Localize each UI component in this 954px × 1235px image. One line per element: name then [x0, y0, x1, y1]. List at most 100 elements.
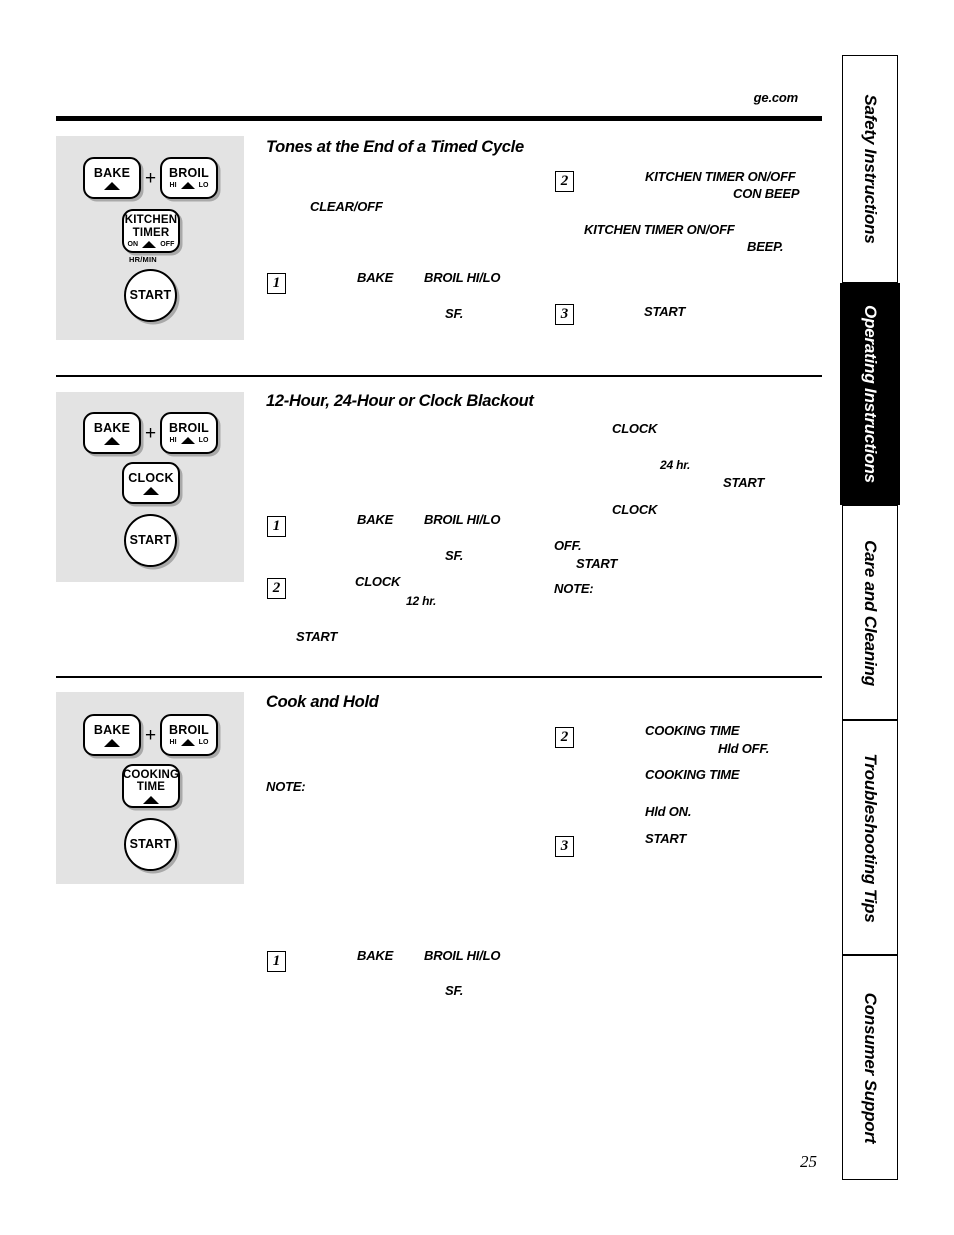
- page-number: 25: [800, 1152, 817, 1171]
- step-number-3: 3: [555, 836, 574, 857]
- cooking-time-label-line2: TIME: [136, 781, 166, 793]
- sidebar-tab-label: Troubleshooting Tips: [861, 752, 880, 923]
- up-triangle-icon: [180, 739, 195, 746]
- section-divider-top: [56, 116, 822, 121]
- section-heading-cook-and-hold: Cook and Hold: [266, 693, 379, 711]
- control-panel-illustration-cook-hold: BAKE + BROIL HI LO COOKING TIME START: [56, 692, 244, 884]
- broil-hi-lo-key[interactable]: BROIL HI LO: [160, 714, 218, 756]
- section-divider-1: [56, 375, 822, 377]
- site-url: ge.com: [753, 90, 799, 105]
- clock-key-indicator: [143, 486, 159, 495]
- broil-lo-label: LO: [198, 437, 209, 444]
- keyword-start-2: START: [576, 556, 618, 571]
- broil-key-label: BROIL: [169, 723, 209, 737]
- start-key[interactable]: START: [124, 514, 177, 567]
- bake-key-indicator: [104, 181, 120, 190]
- cooking-time-label-line1: COOKING: [122, 768, 180, 781]
- control-panel-illustration-clock: BAKE + BROIL HI LO CLOCK START: [56, 392, 244, 582]
- bake-key-indicator: [104, 436, 120, 445]
- broil-key-indicator: HI LO: [169, 739, 208, 746]
- sidebar-tab-care-and-cleaning[interactable]: Care and Cleaning: [842, 505, 898, 720]
- keyword-bake: BAKE: [357, 948, 394, 963]
- start-key-label: START: [129, 288, 172, 302]
- kitchen-timer-label-line2: TIMER: [132, 226, 170, 239]
- sidebar-tab-label: Consumer Support: [861, 992, 880, 1143]
- broil-lo-label: LO: [198, 739, 209, 746]
- keyword-start-3: START: [296, 629, 338, 644]
- keyword-hld-off: Hld OFF.: [718, 741, 770, 756]
- sidebar-tab-label: Operating Instructions: [861, 305, 880, 483]
- up-triangle-icon: [142, 241, 157, 248]
- bake-key[interactable]: BAKE: [83, 412, 141, 454]
- bake-key-label: BAKE: [93, 165, 131, 180]
- up-triangle-icon: [104, 436, 120, 445]
- keyword-12-hr: 12 hr.: [406, 594, 437, 608]
- step-number-1: 1: [267, 951, 286, 972]
- section-heading-clock-blackout: 12-Hour, 24-Hour or Clock Blackout: [266, 392, 534, 410]
- bake-key-indicator: [104, 738, 120, 747]
- kitchen-timer-label-line1: KITCHEN: [124, 214, 178, 226]
- up-triangle-icon: [180, 182, 195, 189]
- keyword-24-hr: 24 hr.: [660, 458, 691, 472]
- keyword-off: OFF.: [554, 538, 582, 553]
- keyword-bake: BAKE: [357, 512, 394, 527]
- broil-hi-lo-key[interactable]: BROIL HI LO: [160, 157, 218, 199]
- keyword-start: START: [644, 304, 686, 319]
- keyword-start: START: [645, 831, 687, 846]
- sidebar-tab-troubleshooting-tips[interactable]: Troubleshooting Tips: [842, 720, 898, 955]
- keyword-cooking-time-2: COOKING TIME: [645, 767, 740, 782]
- keyword-kitchen-timer-on-off: KITCHEN TIMER ON/OFF: [645, 169, 796, 184]
- broil-lo-label: LO: [198, 182, 209, 189]
- keyword-broil-hi-lo: BROIL HI/LO: [424, 512, 501, 527]
- clock-key-label: CLOCK: [128, 470, 174, 485]
- kitchen-timer-off-label: OFF: [160, 241, 175, 248]
- kitchen-timer-indicator: ON OFF: [128, 241, 175, 248]
- step-number-2: 2: [555, 171, 574, 192]
- sidebar-tab-label: Safety Instructions: [861, 94, 880, 244]
- broil-hi-label: HI: [169, 437, 177, 444]
- step-number-1: 1: [267, 273, 286, 294]
- up-triangle-icon: [180, 437, 195, 444]
- bake-key-label: BAKE: [93, 722, 131, 737]
- start-key[interactable]: START: [124, 269, 177, 322]
- plus-separator: +: [145, 725, 157, 746]
- broil-key-indicator: HI LO: [169, 182, 208, 189]
- keyword-hld-on: Hld ON.: [645, 804, 692, 819]
- bake-key[interactable]: BAKE: [83, 157, 141, 199]
- up-triangle-icon: [104, 181, 120, 190]
- sidebar-tab-label: Care and Cleaning: [861, 539, 880, 686]
- sidebar-tab-operating-instructions[interactable]: Operating Instructions: [840, 283, 900, 505]
- bake-key[interactable]: BAKE: [83, 714, 141, 756]
- step-number-1: 1: [267, 516, 286, 537]
- keyword-note: NOTE:: [266, 779, 306, 794]
- start-key-label: START: [129, 837, 172, 851]
- cooking-time-key[interactable]: COOKING TIME: [122, 764, 180, 808]
- broil-hi-lo-key[interactable]: BROIL HI LO: [160, 412, 218, 454]
- up-triangle-icon: [143, 486, 159, 495]
- broil-hi-label: HI: [169, 182, 177, 189]
- control-panel-illustration-tones: BAKE + BROIL HI LO KITCHEN TIMER ON OFF: [56, 136, 244, 340]
- keyword-broil-hi-lo: BROIL HI/LO: [424, 270, 501, 285]
- sidebar-tab-consumer-support[interactable]: Consumer Support: [842, 955, 898, 1180]
- start-key[interactable]: START: [124, 818, 177, 871]
- keyword-sf: SF.: [445, 983, 464, 998]
- section-heading-tones: Tones at the End of a Timed Cycle: [266, 138, 524, 156]
- plus-separator: +: [145, 423, 157, 444]
- clock-key[interactable]: CLOCK: [122, 462, 180, 504]
- kitchen-timer-on-off-key[interactable]: KITCHEN TIMER ON OFF: [122, 209, 180, 253]
- start-key-label: START: [129, 533, 172, 547]
- section-divider-2: [56, 676, 822, 678]
- kitchen-timer-on-label: ON: [127, 241, 139, 248]
- step-number-3: 3: [555, 304, 574, 325]
- hr-min-label: HR/MIN: [129, 255, 157, 264]
- plus-separator: +: [145, 168, 157, 189]
- keyword-beep: BEEP.: [747, 239, 784, 254]
- keyword-kitchen-timer-on-off-2: KITCHEN TIMER ON/OFF: [584, 222, 735, 237]
- broil-key-label: BROIL: [169, 166, 209, 180]
- cooking-time-indicator: [143, 795, 159, 804]
- keyword-clock: CLOCK: [612, 421, 658, 436]
- keyword-bake: BAKE: [357, 270, 394, 285]
- broil-hi-label: HI: [169, 739, 177, 746]
- sidebar-tab-safety-instructions[interactable]: Safety Instructions: [842, 55, 898, 283]
- broil-key-indicator: HI LO: [169, 437, 208, 444]
